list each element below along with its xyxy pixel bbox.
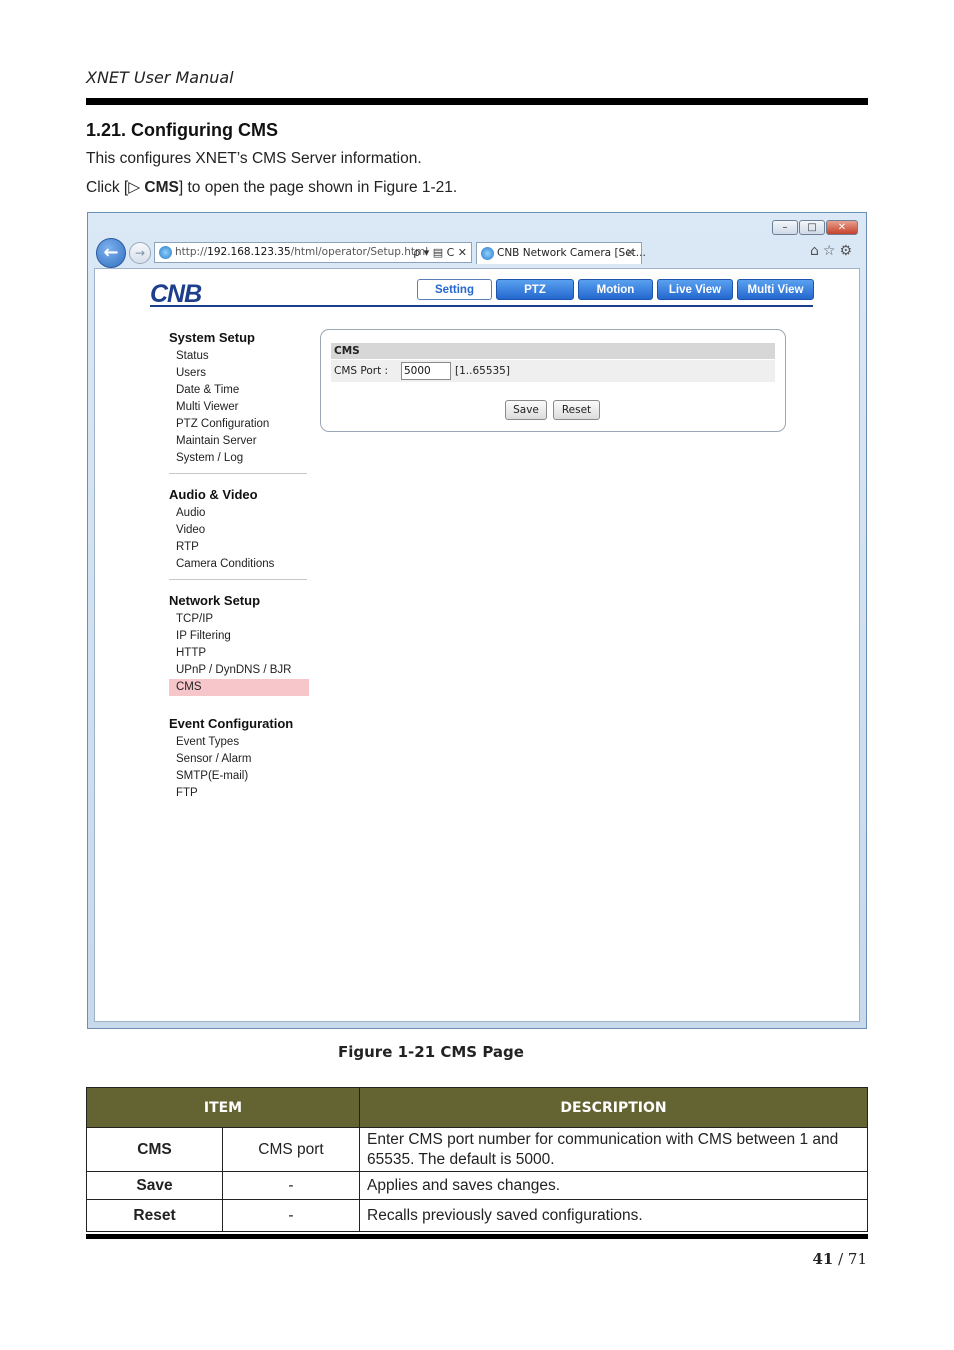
tab-ptz[interactable]: PTZ (496, 279, 574, 300)
table-cell-item: CMS (86, 1127, 223, 1172)
maximize-button[interactable]: □ (799, 220, 825, 235)
address-tools[interactable]: ρ ▾ ▤ C ✕ (413, 243, 467, 262)
document-header: XNET User Manual (86, 68, 234, 87)
cms-port-input[interactable]: 5000 (401, 362, 451, 380)
address-path: /html/operator/Setup.html (290, 246, 429, 258)
menu-group-av: Audio & Video Audio Video RTP Camera Con… (169, 485, 309, 580)
menu-item-system-log[interactable]: System / Log (169, 450, 309, 467)
menu-item-ip-filtering[interactable]: IP Filtering (169, 628, 309, 645)
page-total: 71 (847, 1250, 867, 1268)
page-number: 41 / 71 (812, 1250, 867, 1268)
description-table: ITEM DESCRIPTION CMS CMS port Enter CMS … (86, 1087, 868, 1232)
browser-navbar: ← → http://192.168.123.35/html/operator/… (94, 237, 860, 268)
tab-multi-view[interactable]: Multi View (737, 279, 814, 300)
menu-item-multi-viewer[interactable]: Multi Viewer (169, 399, 309, 416)
browser-tab[interactable]: CNB Network Camera [Set... ✕ (476, 242, 646, 264)
menu-item-ptz-configuration[interactable]: PTZ Configuration (169, 416, 309, 433)
table-cell-item: Save (86, 1171, 223, 1200)
menu-item-audio[interactable]: Audio (169, 505, 309, 522)
menu-heading-audio-video: Audio & Video (169, 487, 258, 502)
menu-heading-event: Event Configuration (169, 716, 294, 731)
table-cell-sub: CMS port (222, 1127, 360, 1172)
menu-item-maintain-server[interactable]: Maintain Server (169, 433, 309, 450)
section-title: 1.21. Configuring CMS (86, 120, 279, 140)
ie-page-icon (159, 246, 172, 259)
table-cell-item: Reset (86, 1199, 223, 1232)
app-tabs: Setting PTZ Motion Live View Multi View (417, 279, 814, 300)
page-current: 41 (812, 1250, 834, 1268)
close-button[interactable]: ✕ (826, 220, 858, 235)
instruction-post: ] to open the page shown in Figure 1-21. (178, 179, 458, 196)
tab-title: CNB Network Camera [Set... (497, 247, 646, 259)
tab-page-icon (481, 247, 494, 260)
menu-divider (169, 473, 307, 474)
tab-close-icon[interactable]: ✕ (626, 243, 635, 263)
intro-paragraph: This configures XNET’s CMS Server inform… (86, 150, 422, 167)
window-controls: – □ ✕ (772, 220, 858, 235)
tab-live-view[interactable]: Live View (657, 279, 733, 300)
instruction-bold: CMS (144, 179, 179, 196)
table-cell-sub: - (222, 1199, 360, 1232)
menu-item-ftp[interactable]: FTP (169, 785, 309, 802)
reset-button[interactable]: Reset (553, 400, 600, 420)
menu-item-video[interactable]: Video (169, 522, 309, 539)
cms-port-row: CMS Port : 5000 [1..65535] (331, 360, 775, 382)
menu-item-upnp[interactable]: UPnP / DynDNS / BJR (169, 662, 309, 679)
cms-port-range: [1..65535] (455, 365, 510, 377)
menu-divider (169, 579, 307, 580)
back-arrow-icon[interactable]: ← (96, 238, 126, 268)
menu-item-http[interactable]: HTTP (169, 645, 309, 662)
table-cell-description: Recalls previously saved configurations. (359, 1199, 868, 1232)
instruction-pre: Click [▷ (86, 179, 145, 196)
address-bar[interactable]: http://192.168.123.35/html/operator/Setu… (154, 242, 472, 263)
table-header-row: ITEM DESCRIPTION (86, 1087, 868, 1128)
menu-item-status[interactable]: Status (169, 348, 309, 365)
figure-screenshot: – □ ✕ ← → http://192.168.123.35/html/ope… (87, 212, 867, 1029)
tab-motion[interactable]: Motion (578, 279, 653, 300)
menu-item-sensor-alarm[interactable]: Sensor / Alarm (169, 751, 309, 768)
cms-panel: CMS CMS Port : 5000 [1..65535] Save Rese… (320, 329, 786, 432)
menu-heading-network: Network Setup (169, 593, 261, 608)
menu-item-event-types[interactable]: Event Types (169, 734, 309, 751)
menu-item-rtp[interactable]: RTP (169, 539, 309, 556)
cms-panel-heading: CMS (331, 343, 775, 359)
save-button[interactable]: Save (505, 400, 547, 420)
table-cell-sub: - (222, 1171, 360, 1200)
home-favorites-tools-icons[interactable]: ⌂☆⚙ (810, 243, 856, 259)
address-prefix: http:// (175, 246, 208, 258)
forward-arrow-icon[interactable]: → (129, 242, 151, 264)
menu-item-smtp[interactable]: SMTP(E-mail) (169, 768, 309, 785)
instruction-paragraph: Click [▷ CMS] to open the page shown in … (86, 178, 457, 197)
table-cell-description: Applies and saves changes. (359, 1171, 868, 1200)
table-row: Save - Applies and saves changes. (86, 1171, 868, 1200)
table-header-item: ITEM (86, 1087, 360, 1128)
menu-item-tcpip[interactable]: TCP/IP (169, 611, 309, 628)
menu-item-users[interactable]: Users (169, 365, 309, 382)
table-header-description: DESCRIPTION (359, 1087, 868, 1128)
menu-item-date-time[interactable]: Date & Time (169, 382, 309, 399)
table-cell-description: Enter CMS port number for communication … (359, 1127, 868, 1172)
menu-spacer (169, 702, 307, 703)
page-separator: / (833, 1250, 848, 1268)
setup-menu: System Setup Status Users Date & Time Mu… (169, 328, 309, 813)
address-host: 192.168.123.35 (207, 246, 291, 258)
page-viewport: CNB Setting PTZ Motion Live View Multi V… (94, 268, 860, 1022)
minimize-button[interactable]: – (772, 220, 798, 235)
table-row: CMS CMS port Enter CMS port number for c… (86, 1127, 868, 1172)
figure-caption: Figure 1-21 CMS Page (338, 1043, 524, 1061)
menu-group-event: Event Configuration Event Types Sensor /… (169, 714, 309, 802)
cms-port-label: CMS Port : (334, 365, 389, 377)
menu-item-cms[interactable]: CMS (169, 679, 309, 696)
menu-item-camera-conditions[interactable]: Camera Conditions (169, 556, 309, 573)
menu-group-system: System Setup Status Users Date & Time Mu… (169, 328, 309, 474)
menu-heading-system: System Setup (169, 330, 255, 345)
logo-rule (150, 305, 813, 307)
menu-group-network: Network Setup TCP/IP IP Filtering HTTP U… (169, 591, 309, 703)
header-rule (86, 98, 868, 105)
tab-setting[interactable]: Setting (417, 279, 492, 300)
table-row: Reset - Recalls previously saved configu… (86, 1199, 868, 1232)
table-bottom-rule (86, 1234, 868, 1239)
